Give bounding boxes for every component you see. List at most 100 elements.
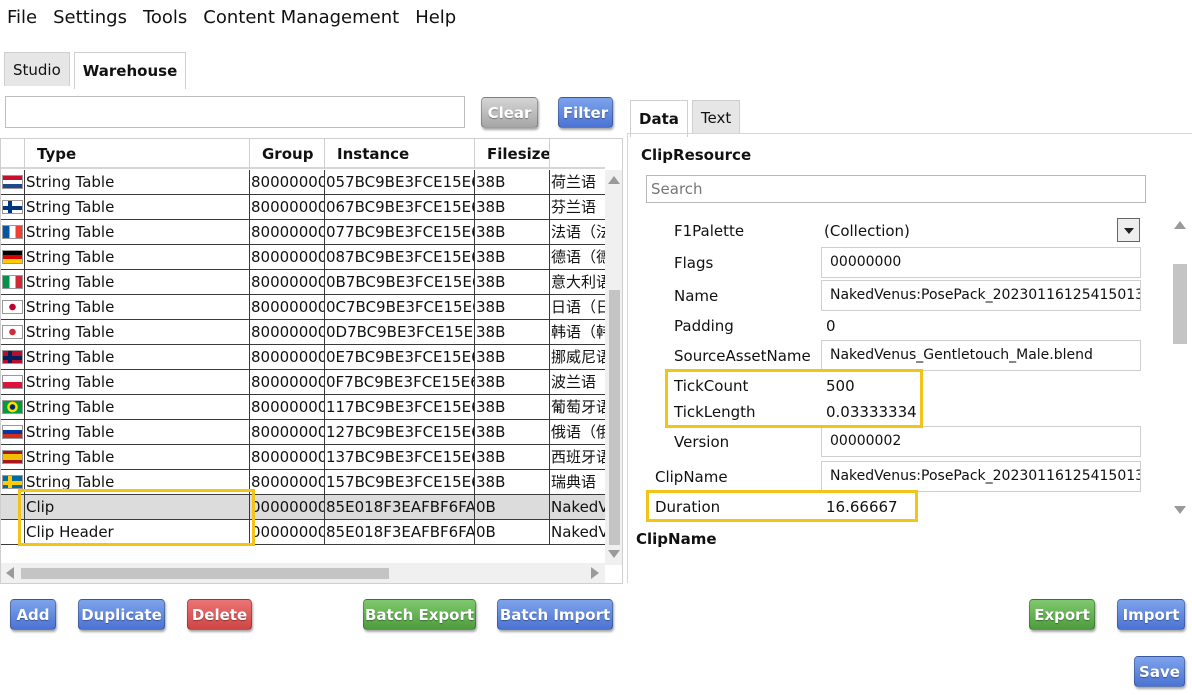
filesize-cell: 38B	[475, 220, 550, 244]
batch-export-button[interactable]: Batch Export	[363, 599, 476, 630]
table-vertical-scrollbar[interactable]	[605, 170, 622, 565]
column-header-instance[interactable]: Instance	[325, 139, 475, 169]
table-row[interactable]: String Table 80000000 137BC9BE3FCE15E6 38B 西…	[1, 445, 605, 470]
jp-flag-icon	[2, 300, 23, 314]
kr-flag-icon	[2, 325, 23, 339]
name-field[interactable]: NakedVenus:PosePack_202301161254150130_	[821, 280, 1141, 311]
filesize-cell: 38B	[475, 170, 550, 194]
clip-name-field[interactable]: NakedVenus:PosePack_202301161254150130_	[821, 461, 1141, 492]
import-button[interactable]: Import	[1117, 599, 1185, 630]
tab-warehouse[interactable]: Warehouse	[73, 52, 187, 89]
menu-content-management[interactable]: Content Management	[195, 7, 407, 28]
export-button[interactable]: Export	[1029, 599, 1095, 630]
flag-cell	[1, 420, 25, 444]
scrollbar-thumb[interactable]	[1173, 264, 1187, 344]
app-window: File Settings Tools Content Management H…	[0, 0, 1192, 695]
se-flag-icon	[2, 475, 23, 489]
group-cell: 80000000	[250, 245, 325, 269]
name-cell: 意大利语	[551, 273, 605, 291]
instance-cell: 85E018F3EAFBF6FA	[325, 520, 475, 544]
scroll-right-icon[interactable]	[591, 567, 599, 579]
tab-studio[interactable]: Studio	[4, 52, 70, 86]
name-cell: 波兰语	[551, 373, 597, 391]
flag-cell	[1, 195, 25, 219]
type-cell: String Table	[25, 295, 250, 319]
menu-tools[interactable]: Tools	[135, 7, 195, 28]
flag-cell	[1, 270, 25, 294]
table-row[interactable]: String Table 80000000 0B7BC9BE3FCE15E6 38B 意…	[1, 270, 605, 295]
type-cell: String Table	[25, 170, 250, 194]
flag-cell	[1, 295, 25, 319]
menu-help[interactable]: Help	[407, 7, 464, 28]
delete-button[interactable]: Delete	[187, 599, 252, 630]
tab-text[interactable]: Text	[691, 100, 741, 134]
resource-search-input[interactable]	[5, 96, 465, 128]
clear-button[interactable]: Clear	[481, 97, 538, 128]
group-cell: 80000000	[250, 395, 325, 419]
flag-cell	[1, 470, 25, 494]
source-asset-name-label: SourceAssetName	[674, 347, 811, 365]
batch-import-button[interactable]: Batch Import	[497, 599, 613, 630]
flag-cell	[1, 245, 25, 269]
group-cell: 00000000	[250, 495, 325, 519]
table-row[interactable]: String Table 80000000 157BC9BE3FCE15E6 38B 瑞…	[1, 470, 605, 495]
filesize-cell: 38B	[475, 445, 550, 469]
property-search-input[interactable]: Search	[646, 175, 1146, 203]
table-row[interactable]: String Table 80000000 117BC9BE3FCE15E6 38B 葡…	[1, 395, 605, 420]
name-cell: 德语（德	[551, 248, 605, 266]
scrollbar-thumb[interactable]	[609, 290, 620, 545]
f1palette-expand-button[interactable]	[1117, 218, 1140, 242]
flags-field[interactable]: 00000000	[821, 247, 1141, 278]
source-asset-name-field[interactable]: NakedVenus_Gentletouch_Male.blend	[821, 340, 1141, 371]
table-horizontal-scrollbar[interactable]	[1, 563, 605, 583]
name-cell: 芬兰语	[551, 198, 597, 216]
type-cell: String Table	[25, 345, 250, 369]
save-button[interactable]: Save	[1134, 656, 1185, 687]
group-cell: 00000000	[250, 520, 325, 544]
scroll-up-icon[interactable]	[1174, 221, 1186, 229]
table-row[interactable]: String Table 80000000 057BC9BE3FCE15E6 38B 荷…	[1, 170, 605, 195]
tick-length-label: TickLength	[674, 403, 756, 421]
filesize-cell: 38B	[475, 370, 550, 394]
name-cell: 西班牙语	[551, 448, 605, 466]
column-header-type[interactable]: Type	[25, 139, 250, 169]
version-field[interactable]: 00000002	[821, 426, 1141, 457]
table-row[interactable]: String Table 80000000 127BC9BE3FCE15E6 38B 俄…	[1, 420, 605, 445]
table-row[interactable]: String Table 80000000 0E7BC9BE3FCE15E6 38B 挪…	[1, 345, 605, 370]
name-cell: 日语（日	[551, 298, 605, 316]
table-row[interactable]: String Table 80000000 0C7BC9BE3FCE15E6 38B 日…	[1, 295, 605, 320]
table-row[interactable]: String Table 80000000 087BC9BE3FCE15E6 38B 德…	[1, 245, 605, 270]
scroll-down-icon[interactable]	[1174, 506, 1186, 514]
chevron-down-icon	[1124, 228, 1134, 234]
column-header-flag[interactable]	[1, 139, 25, 169]
name-cell: 瑞典语	[551, 473, 597, 491]
group-cell: 80000000	[250, 445, 325, 469]
duplicate-button[interactable]: Duplicate	[78, 599, 165, 630]
table-row[interactable]: Clip 00000000 85E018F3EAFBF6FA 0B NakedV	[1, 495, 605, 520]
scroll-left-icon[interactable]	[6, 567, 14, 579]
column-header-filesize[interactable]: Filesize	[475, 139, 550, 169]
table-row[interactable]: String Table 80000000 067BC9BE3FCE15E6 38B 芬…	[1, 195, 605, 220]
group-cell: 80000000	[250, 295, 325, 319]
filesize-cell: 38B	[475, 245, 550, 269]
tick-length-value: 0.03333334	[826, 403, 917, 421]
column-header-group[interactable]: Group	[250, 139, 325, 169]
property-vertical-scrollbar[interactable]	[1171, 219, 1189, 519]
table-row[interactable]: String Table 80000000 0F7BC9BE3FCE15E6 38B 波…	[1, 370, 605, 395]
type-cell: String Table	[25, 470, 250, 494]
filesize-cell: 0B	[475, 495, 550, 519]
tab-data[interactable]: Data	[630, 100, 688, 137]
table-row[interactable]: String Table 80000000 077BC9BE3FCE15E6 38B 法…	[1, 220, 605, 245]
column-header-name[interactable]	[550, 139, 605, 169]
scroll-down-icon[interactable]	[608, 550, 620, 558]
menu-file[interactable]: File	[0, 7, 45, 28]
scroll-up-icon[interactable]	[608, 176, 620, 184]
filter-button[interactable]: Filter	[558, 97, 613, 128]
menu-settings[interactable]: Settings	[45, 7, 135, 28]
scrollbar-thumb[interactable]	[21, 568, 389, 579]
table-row[interactable]: Clip Header 00000000 85E018F3EAFBF6FA 0B Nak…	[1, 520, 605, 545]
add-button[interactable]: Add	[10, 599, 56, 630]
table-row[interactable]: String Table 80000000 0D7BC9BE3FCE15E6 38B 韩…	[1, 320, 605, 345]
name-label: Name	[674, 287, 719, 305]
left-tab-strip: Studio Warehouse	[4, 52, 190, 89]
